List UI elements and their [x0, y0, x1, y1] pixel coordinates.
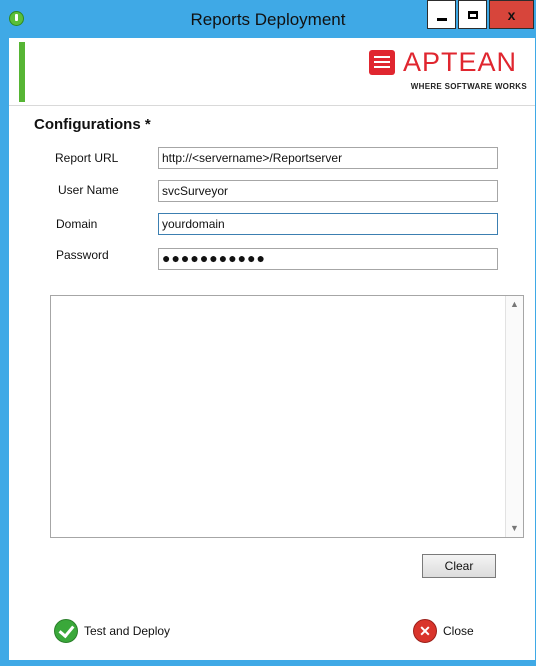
header-band: APTEAN WHERE SOFTWARE WORKS: [9, 38, 535, 106]
accent-bar: [19, 42, 25, 102]
clear-button[interactable]: Clear: [422, 554, 496, 578]
section-title: Configurations *: [34, 116, 151, 133]
logo-tagline: WHERE SOFTWARE WORKS: [410, 82, 527, 91]
maximize-button[interactable]: [458, 0, 487, 29]
report-url-label: Report URL: [55, 151, 119, 165]
checkmark-icon: [54, 619, 78, 643]
aptean-logo-icon: [369, 50, 395, 75]
password-input[interactable]: ●●●●●●●●●●●: [158, 248, 498, 270]
reports-deployment-window: Reports Deployment x APTEAN WHERE SOFTWA…: [0, 0, 536, 666]
close-circle-icon: ✕: [413, 619, 437, 643]
password-label: Password: [56, 248, 109, 262]
maximize-icon: [467, 10, 478, 19]
minimize-icon: [436, 18, 447, 21]
aptean-logo: APTEAN WHERE SOFTWARE WORKS: [369, 47, 529, 91]
user-name-label: User Name: [58, 183, 119, 197]
output-log[interactable]: ▲ ▼: [50, 295, 524, 538]
title-bar[interactable]: Reports Deployment x: [0, 0, 536, 38]
dialog-body: APTEAN WHERE SOFTWARE WORKS Configuratio…: [9, 38, 535, 660]
close-button[interactable]: ✕ Close: [413, 619, 474, 643]
report-url-input[interactable]: http://<servername>/Reportserver: [158, 147, 498, 169]
scroll-down-icon[interactable]: ▼: [506, 520, 523, 537]
close-label: Close: [443, 624, 474, 638]
domain-label: Domain: [56, 217, 98, 231]
test-and-deploy-button[interactable]: Test and Deploy: [54, 619, 170, 643]
window-close-button[interactable]: x: [489, 0, 534, 29]
minimize-button[interactable]: [427, 0, 456, 29]
domain-input[interactable]: yourdomain: [158, 213, 498, 235]
test-and-deploy-label: Test and Deploy: [84, 624, 171, 638]
logo-text: APTEAN: [403, 47, 518, 77]
output-scrollbar[interactable]: ▲ ▼: [505, 296, 523, 537]
scroll-up-icon[interactable]: ▲: [506, 296, 523, 313]
user-name-input[interactable]: svcSurveyor: [158, 180, 498, 202]
close-icon: x: [507, 6, 516, 23]
